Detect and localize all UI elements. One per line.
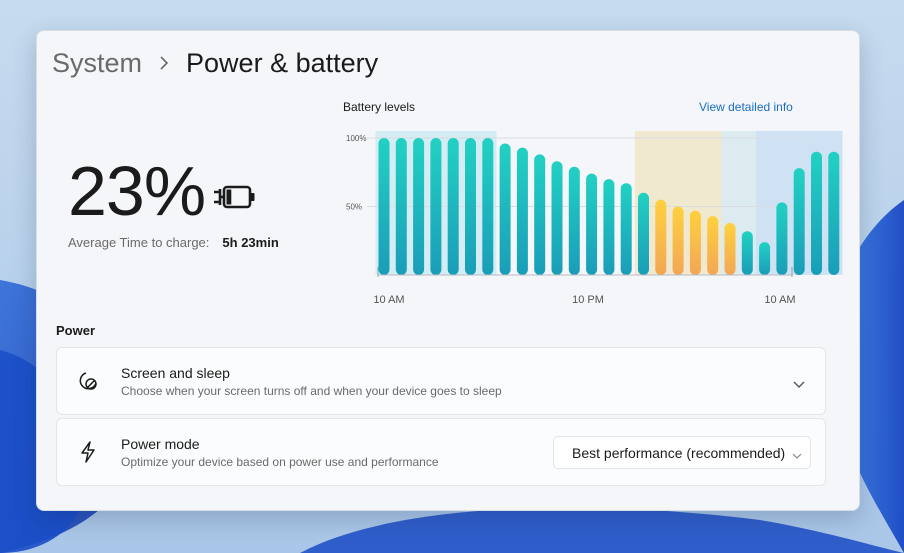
screen-sleep-subtitle: Choose when your screen turns off and wh…: [121, 384, 502, 398]
chart-bar: [776, 202, 788, 275]
chart-bar: [447, 138, 459, 275]
chart-bar: [759, 242, 771, 275]
chart-bar: [811, 151, 822, 275]
settings-window: System Power & battery 23% Average Time …: [36, 30, 860, 511]
breadcrumb-system[interactable]: System: [52, 48, 142, 79]
y-tick-label: 100%: [346, 134, 366, 143]
chart-band-full: [375, 131, 497, 275]
x-tick-label: 10 AM: [764, 294, 795, 306]
power-section-title: Power: [56, 323, 96, 338]
screen-and-sleep-card[interactable]: Screen and sleep Choose when your screen…: [56, 347, 826, 415]
battery-percentage: 23%: [68, 152, 206, 230]
chart-bar: [378, 138, 390, 275]
chart-bar: [672, 206, 684, 275]
lightning-icon: [77, 441, 99, 463]
chart-bar: [551, 161, 563, 275]
power-mode-dropdown[interactable]: Best performance (recommended): [553, 436, 811, 469]
y-tick-label: 50%: [346, 203, 362, 212]
screen-sleep-icon: [77, 370, 99, 392]
chart-bar: [638, 192, 649, 275]
chart-bar: [724, 222, 736, 275]
charge-time-row: Average Time to charge: 5h 23min: [68, 235, 279, 250]
x-tick-label: 10 PM: [572, 294, 604, 306]
power-mode-title: Power mode: [121, 436, 200, 452]
chart-bar: [395, 138, 407, 275]
chart-bar: [793, 168, 805, 275]
power-mode-card: Power mode Optimize your device based on…: [56, 418, 826, 486]
chart-bar: [499, 143, 511, 275]
chart-band-charging: [756, 131, 843, 275]
charge-time-label: Average Time to charge:: [68, 235, 210, 250]
chart-bar: [413, 138, 425, 275]
chart-bar: [465, 138, 476, 275]
battery-charging-icon: [212, 181, 258, 218]
chart-bar: [707, 216, 719, 275]
chart-bar: [689, 210, 701, 275]
power-mode-selected: Best performance (recommended): [572, 444, 786, 461]
chart-bar: [828, 151, 840, 275]
chart-bar: [655, 199, 667, 275]
chevron-right-icon: [158, 55, 170, 71]
chart-band-battery-saver: [634, 131, 739, 275]
chart-bar: [568, 166, 580, 275]
chevron-down-icon: [792, 447, 802, 463]
page-title: Power & battery: [186, 47, 379, 78]
chart-bar: [482, 138, 494, 275]
chart-bar: [603, 179, 615, 275]
chevron-down-icon[interactable]: [793, 376, 805, 394]
view-detailed-info-link[interactable]: View detailed info: [699, 100, 793, 114]
breadcrumb: System Power & battery: [52, 45, 378, 81]
x-tick-label: 10 AM: [373, 294, 404, 306]
chart-bar: [620, 183, 632, 275]
power-mode-subtitle: Optimize your device based on power use …: [121, 455, 439, 469]
chart-bar: [516, 147, 528, 275]
chart-band-idle: [721, 131, 774, 275]
chart-bar: [741, 231, 753, 275]
chart-bar: [586, 173, 598, 275]
chart-title: Battery levels: [343, 100, 416, 114]
chart-bar: [534, 154, 546, 275]
chart-bar: [430, 138, 442, 275]
screen-sleep-title: Screen and sleep: [121, 365, 230, 381]
charge-time-value: 5h 23min: [222, 235, 279, 250]
